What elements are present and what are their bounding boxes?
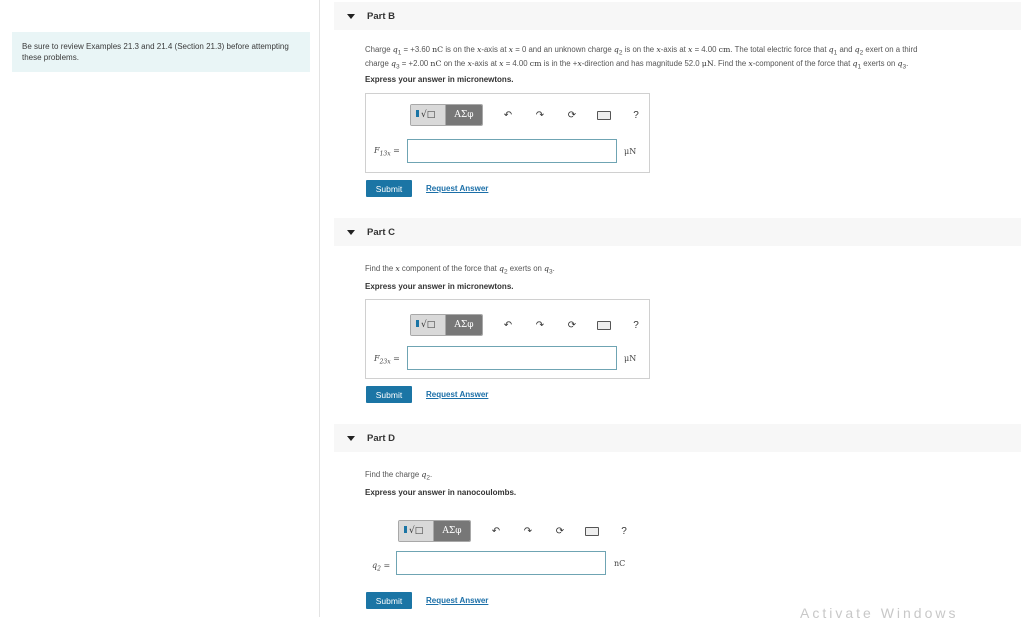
part-d-problem-text: Find the charge q2. — [365, 470, 433, 482]
templates-button[interactable]: √□ — [411, 315, 445, 335]
request-answer-link[interactable]: Request Answer — [426, 596, 488, 605]
part-c-problem-text: Find the x component of the force that q… — [365, 264, 555, 276]
svg-text:√□: √□ — [409, 525, 423, 535]
templates-icon: √□ — [403, 522, 429, 540]
redo-icon[interactable]: ↷ — [533, 108, 547, 122]
submit-button[interactable]: Submit — [366, 386, 412, 403]
part-b-answer-box: √□ ΑΣφ ↶ ↷ ⟳ ? F13x = μN — [365, 93, 650, 173]
svg-text:√□: √□ — [421, 319, 435, 329]
help-icon[interactable]: ? — [617, 524, 631, 538]
templates-button[interactable]: √□ — [399, 521, 433, 541]
submit-button[interactable]: Submit — [366, 180, 412, 197]
review-note-text: Be sure to review Examples 21.3 and 21.4… — [22, 42, 289, 62]
svg-text:√□: √□ — [421, 109, 435, 119]
redo-icon[interactable]: ↷ — [533, 318, 547, 332]
toolbar-group: √□ ΑΣφ — [410, 104, 483, 126]
keyboard-icon[interactable] — [585, 524, 599, 538]
reset-icon[interactable]: ⟳ — [565, 108, 579, 122]
undo-icon[interactable]: ↶ — [501, 318, 515, 332]
toolbar-group: √□ ΑΣφ — [410, 314, 483, 336]
answer-input[interactable] — [407, 139, 617, 163]
templates-icon: √□ — [415, 106, 441, 124]
part-c-header[interactable]: Part C — [334, 218, 1021, 246]
answer-variable-label: q2 = — [372, 561, 391, 573]
part-c-answer-box: √□ ΑΣφ ↶ ↷ ⟳ ? F23x = μN — [365, 299, 650, 379]
unit-label: μN — [624, 147, 637, 156]
reset-icon[interactable]: ⟳ — [553, 524, 567, 538]
greek-symbols-button[interactable]: ΑΣφ — [445, 105, 482, 125]
collapse-caret-icon[interactable] — [347, 435, 355, 441]
collapse-caret-icon[interactable] — [347, 229, 355, 235]
answer-variable-label: F13x = — [374, 146, 400, 158]
column-divider — [319, 0, 320, 617]
part-b-instruction: Express your answer in micronewtons. — [365, 75, 514, 84]
part-b-problem-text: Charge q1 = +3.60 nC is on the x-axis at… — [365, 45, 918, 71]
undo-icon[interactable]: ↶ — [501, 108, 515, 122]
greek-symbols-button[interactable]: ΑΣφ — [445, 315, 482, 335]
unit-label: nC — [614, 559, 626, 568]
keyboard-icon[interactable] — [597, 318, 611, 332]
math-toolbar: √□ ΑΣφ ↶ ↷ ⟳ ? — [410, 314, 643, 336]
help-icon[interactable]: ? — [629, 318, 643, 332]
collapse-caret-icon[interactable] — [347, 13, 355, 19]
part-b-title: Part B — [367, 10, 395, 22]
reset-icon[interactable]: ⟳ — [565, 318, 579, 332]
keyboard-icon[interactable] — [597, 108, 611, 122]
help-icon[interactable]: ? — [629, 108, 643, 122]
part-d-instruction: Express your answer in nanocoulombs. — [365, 488, 517, 497]
templates-button[interactable]: √□ — [411, 105, 445, 125]
part-d-title: Part D — [367, 432, 395, 444]
part-d-header[interactable]: Part D — [334, 424, 1021, 452]
unit-label: μN — [624, 354, 637, 363]
undo-icon[interactable]: ↶ — [489, 524, 503, 538]
os-watermark: Activate Windows — [800, 605, 959, 621]
greek-symbols-button[interactable]: ΑΣφ — [433, 521, 470, 541]
templates-icon: √□ — [415, 316, 441, 334]
part-b-header[interactable]: Part B — [334, 2, 1021, 30]
review-note: Be sure to review Examples 21.3 and 21.4… — [12, 32, 310, 72]
request-answer-link[interactable]: Request Answer — [426, 390, 488, 399]
request-answer-link[interactable]: Request Answer — [426, 184, 488, 193]
submit-button[interactable]: Submit — [366, 592, 412, 609]
part-c-instruction: Express your answer in micronewtons. — [365, 282, 514, 291]
answer-input[interactable] — [407, 346, 617, 370]
redo-icon[interactable]: ↷ — [521, 524, 535, 538]
part-c-title: Part C — [367, 226, 395, 238]
math-toolbar: √□ ΑΣφ ↶ ↷ ⟳ ? — [410, 104, 643, 126]
toolbar-group: √□ ΑΣφ — [398, 520, 471, 542]
answer-input[interactable] — [396, 551, 606, 575]
math-toolbar: √□ ΑΣφ ↶ ↷ ⟳ ? — [398, 520, 631, 542]
answer-variable-label: F23x = — [374, 354, 400, 366]
